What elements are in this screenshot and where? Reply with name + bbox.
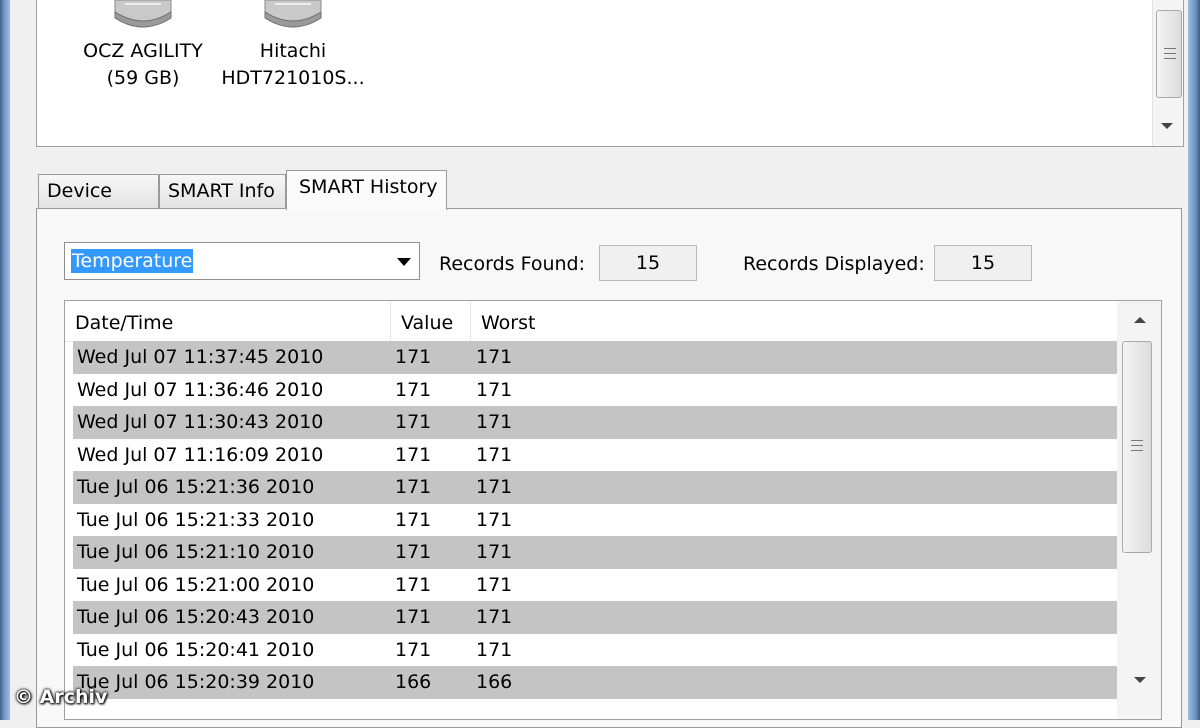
- cell-datetime: Tue Jul 06 15:20:43 2010: [77, 606, 315, 628]
- tab-smart-info[interactable]: SMART Info: [159, 174, 286, 208]
- records-displayed-value: 15: [934, 245, 1032, 281]
- cell-datetime: Tue Jul 06 15:21:33 2010: [77, 508, 315, 531]
- device-list-scrollbar[interactable]: [1152, 0, 1183, 146]
- device-model: HDT721010S...: [221, 67, 365, 89]
- cell-datetime: Wed Jul 07 11:37:45 2010: [77, 346, 324, 368]
- column-header-worst[interactable]: Worst: [471, 301, 1111, 341]
- grip-line: [1131, 445, 1143, 446]
- table-header: Date/Time Value Worst: [65, 301, 1117, 342]
- records-displayed-label: Records Displayed:: [743, 253, 925, 275]
- table-row[interactable]: Wed Jul 07 11:16:09 2010 171 171: [73, 439, 1117, 472]
- dropdown-arrow-icon[interactable]: [397, 258, 411, 266]
- cell-worst: 171: [476, 476, 513, 498]
- device-name: OCZ AGILITY: [83, 40, 203, 62]
- cell-datetime: Wed Jul 07 11:30:43 2010: [77, 411, 324, 433]
- cell-value: 171: [395, 476, 432, 498]
- device-hitachi[interactable]: Hitachi HDT721010S...: [213, 0, 373, 92]
- cell-datetime: Wed Jul 07 11:16:09 2010: [77, 443, 324, 466]
- column-header-value[interactable]: Value: [391, 301, 471, 341]
- cell-value: 171: [395, 573, 432, 596]
- table-row[interactable]: Tue Jul 06 15:21:36 2010 171 171: [73, 471, 1117, 504]
- cell-value: 171: [395, 378, 432, 401]
- cell-worst: 171: [476, 573, 513, 596]
- scrollbar-thumb[interactable]: [1156, 10, 1182, 98]
- attribute-select[interactable]: Temperature: [64, 242, 420, 280]
- cell-value: 171: [395, 606, 432, 628]
- table-row[interactable]: Tue Jul 06 15:20:41 2010 171 171: [73, 634, 1117, 667]
- cell-value: 171: [395, 638, 432, 661]
- cell-value: 171: [395, 346, 432, 368]
- table-row[interactable]: Tue Jul 06 15:21:10 2010 171 171: [73, 536, 1117, 569]
- history-table: Date/Time Value Worst Wed Jul 07 11:37:4…: [64, 300, 1162, 720]
- watermark: © Archiv: [14, 686, 108, 708]
- cell-worst: 171: [476, 606, 513, 628]
- window-frame-left: [0, 0, 10, 720]
- window-frame-right: [1188, 0, 1200, 720]
- cell-worst: 171: [476, 638, 513, 661]
- table-row[interactable]: Wed Jul 07 11:36:46 2010 171 171: [73, 374, 1117, 407]
- table-row[interactable]: Wed Jul 07 11:37:45 2010 171 171: [73, 341, 1117, 374]
- cell-datetime: Tue Jul 06 15:21:36 2010: [77, 476, 315, 498]
- cell-datetime: Tue Jul 06 15:21:00 2010: [77, 573, 315, 596]
- table-body: Wed Jul 07 11:37:45 2010 171 171 Wed Jul 07…: [73, 341, 1117, 699]
- cell-datetime: Tue Jul 06 15:20:39 2010: [77, 671, 315, 693]
- column-header-datetime[interactable]: Date/Time: [65, 301, 391, 341]
- table-row[interactable]: Tue Jul 06 15:21:33 2010 171 171: [73, 504, 1117, 537]
- device-size: (59 GB): [106, 67, 180, 89]
- cell-worst: 171: [476, 411, 513, 433]
- grip-line: [1164, 48, 1176, 49]
- attribute-selected-value: Temperature: [71, 249, 194, 273]
- cell-worst: 166: [476, 671, 513, 693]
- scroll-up-arrow-icon[interactable]: [1134, 317, 1146, 323]
- cell-datetime: Wed Jul 07 11:36:46 2010: [77, 378, 324, 401]
- grip-line: [1164, 58, 1176, 59]
- grip-line: [1131, 450, 1143, 451]
- scroll-down-arrow-icon[interactable]: [1134, 677, 1146, 683]
- window-client-area: OCZ AGILITY (59 GB) Hitachi HDT721010S..…: [10, 0, 1188, 728]
- cell-value: 166: [395, 671, 432, 693]
- cell-datetime: Tue Jul 06 15:21:10 2010: [77, 541, 315, 563]
- cell-worst: 171: [476, 541, 513, 563]
- hard-disk-icon: [111, 0, 175, 38]
- cell-value: 171: [395, 443, 432, 466]
- grip-line: [1131, 440, 1143, 441]
- table-row[interactable]: Tue Jul 06 15:20:39 2010 166 166: [73, 666, 1117, 699]
- scrollbar-thumb[interactable]: [1122, 341, 1152, 553]
- device-list-panel: OCZ AGILITY (59 GB) Hitachi HDT721010S..…: [36, 0, 1184, 147]
- grip-line: [1164, 53, 1176, 54]
- table-row[interactable]: Tue Jul 06 15:21:00 2010 171 171: [73, 569, 1117, 602]
- scroll-down-arrow-icon[interactable]: [1161, 123, 1173, 129]
- device-name: Hitachi: [259, 40, 327, 62]
- hard-disk-icon: [261, 0, 325, 38]
- cell-worst: 171: [476, 346, 513, 368]
- table-row[interactable]: Tue Jul 06 15:20:43 2010 171 171: [73, 601, 1117, 634]
- cell-worst: 171: [476, 508, 513, 531]
- cell-worst: 171: [476, 443, 513, 466]
- tab-smart-history[interactable]: SMART History: [286, 170, 447, 210]
- cell-worst: 171: [476, 378, 513, 401]
- table-scrollbar[interactable]: [1117, 301, 1161, 719]
- device-ocz-agility[interactable]: OCZ AGILITY (59 GB): [63, 0, 223, 92]
- records-found-label: Records Found:: [439, 253, 586, 275]
- table-row[interactable]: Wed Jul 07 11:30:43 2010 171 171: [73, 406, 1117, 439]
- cell-value: 171: [395, 411, 432, 433]
- cell-datetime: Tue Jul 06 15:20:41 2010: [77, 638, 315, 661]
- cell-value: 171: [395, 508, 432, 531]
- records-found-value: 15: [599, 245, 697, 281]
- tab-device-info[interactable]: Device Info: [38, 174, 159, 235]
- cell-value: 171: [395, 541, 432, 563]
